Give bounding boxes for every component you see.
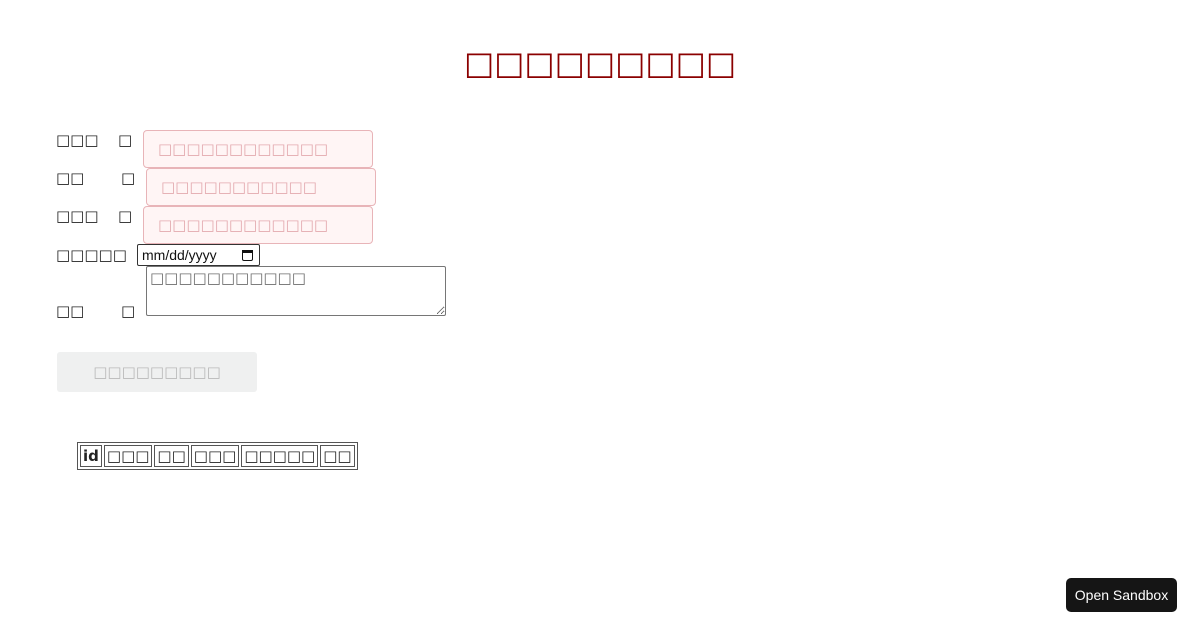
submit-button[interactable]: □□□□□□□□□	[57, 352, 257, 392]
open-sandbox-button[interactable]: Open Sandbox	[1066, 578, 1177, 612]
column-header-2: □□□	[103, 445, 153, 467]
field-2-label: □□	[56, 169, 85, 187]
date-label: □□□□□	[56, 246, 127, 264]
date-input[interactable]: mm/dd/yyyy	[137, 244, 260, 266]
column-header-id: id	[80, 445, 102, 467]
records-table: id □□□ □□ □□□ □□□□□ □□	[77, 442, 358, 470]
notes-textarea[interactable]	[146, 266, 446, 316]
field-3-input[interactable]	[143, 206, 373, 244]
field-2-input[interactable]	[146, 168, 376, 206]
field-1-required-mark: □	[118, 131, 133, 149]
column-header-4: □□□	[190, 445, 240, 467]
table-header-row: id □□□ □□ □□□ □□□□□ □□	[80, 445, 355, 467]
field-3-label: □□□	[56, 207, 99, 225]
page-title: □□□□□□□□□	[463, 44, 737, 82]
field-1-label: □□□	[56, 131, 99, 149]
column-header-6: □□	[320, 445, 355, 467]
column-header-5: □□□□□	[241, 445, 319, 467]
notes-required-mark: □	[121, 302, 136, 320]
field-1-input[interactable]	[143, 130, 373, 168]
field-2-required-mark: □	[121, 169, 136, 187]
field-3-required-mark: □	[118, 207, 133, 225]
column-header-3: □□	[154, 445, 189, 467]
date-value: mm/dd/yyyy	[142, 247, 217, 263]
calendar-icon[interactable]	[242, 249, 253, 261]
notes-label: □□	[56, 302, 85, 320]
